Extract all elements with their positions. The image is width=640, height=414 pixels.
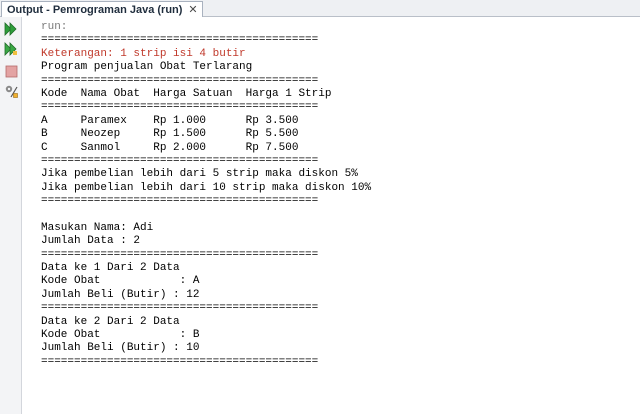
console-line: Jumlah Beli (Butir) : 12 [41,288,200,301]
console-output[interactable]: run: ====================================… [22,17,640,414]
console-line: ========================================… [41,154,319,167]
close-icon[interactable]: ✕ [188,3,197,16]
console-line: C Sanmol Rp 2.000 Rp 7.500 [41,141,299,154]
rerun-icon[interactable] [3,21,19,37]
stop-icon[interactable] [3,63,19,79]
output-toolbar [0,17,22,414]
console-line: Data ke 1 Dari 2 Data [41,262,180,275]
console-line: Kode Nama Obat Harga Satuan Harga 1 Stri… [41,87,332,100]
console-line: ========================================… [41,248,319,261]
console-line: Jika pembelian lebih dari 10 strip maka … [41,181,372,194]
console-line: Jumlah Beli (Butir) : 10 [41,342,200,355]
console-line: Data ke 2 Dari 2 Data [41,315,180,328]
console-line: Jika pembelian lebih dari 5 strip maka d… [41,168,358,181]
console-line: ========================================… [41,74,319,87]
console-line: ========================================… [41,355,319,368]
console-line: ========================================… [41,101,319,114]
rerun-with-options-icon[interactable] [3,41,19,57]
console-line: ========================================… [41,34,319,47]
console-line: A Paramex Rp 1.000 Rp 3.500 [41,114,299,127]
console-line: Program penjualan Obat Terlarang [41,61,253,74]
console-line: ========================================… [41,195,319,208]
output-tab[interactable]: Output - Pemrograman Java (run) ✕ [1,1,203,17]
console-line: Kode Obat : B [41,328,200,341]
console-line: run: [41,21,68,33]
output-tab-bar: Output - Pemrograman Java (run) ✕ [0,0,640,17]
console-line: Masukan Nama: Adi [41,221,154,234]
console-line: Keterangan: 1 strip isi 4 butir [41,47,246,60]
console-line: Jumlah Data : 2 [41,235,141,248]
console-line: ========================================… [41,302,319,315]
output-tab-title: Output - Pemrograman Java (run) [7,3,183,16]
console-line: B Neozep Rp 1.500 Rp 5.500 [41,128,299,141]
settings-icon[interactable] [3,83,19,99]
console-line: Kode Obat : A [41,275,200,288]
